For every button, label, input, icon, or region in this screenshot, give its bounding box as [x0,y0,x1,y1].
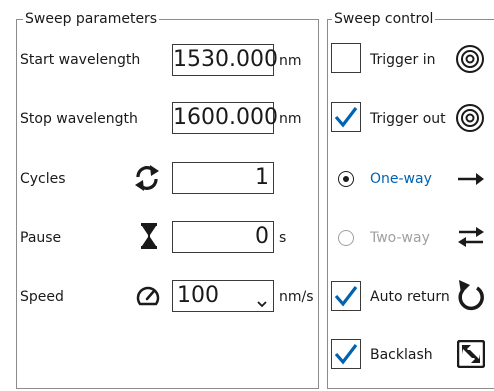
sweep-control-title: Sweep control [332,10,436,28]
pause-label: Pause [20,230,62,246]
trigger-in-label: Trigger in [370,52,436,68]
trigger-out-label: Trigger out [370,111,446,127]
stop-wavelength-input[interactable]: 1600.000 [172,102,278,134]
hourglass-icon [140,223,158,253]
speed-select[interactable]: 100 [172,280,274,312]
two-way-label: Two-way [370,230,430,246]
return-arrow-icon [455,278,485,316]
start-wavelength-input[interactable]: 1530.000 [172,44,278,76]
sweep-parameters-title: Sweep parameters [23,10,160,28]
arrows-left-right-icon [457,225,485,253]
stop-wavelength-label: Stop wavelength [20,111,138,127]
trigger-out-checkbox[interactable] [331,102,361,132]
stop-wavelength-unit: nm [279,111,302,127]
auto-return-checkbox[interactable] [331,281,361,311]
checkmark-icon [334,344,358,365]
chevron-down-icon [257,293,267,312]
backlash-icon [456,339,486,372]
backlash-checkbox[interactable] [331,339,361,369]
two-way-radio[interactable] [338,230,354,246]
speed-select-value: 100 [177,283,219,308]
backlash-label: Backlash [370,347,433,363]
checkmark-icon [334,107,358,128]
pause-input[interactable]: 0 [172,221,274,253]
arrow-right-icon [457,170,485,192]
speedometer-icon [135,283,161,311]
checkmark-icon [334,286,358,307]
trigger-in-checkbox[interactable] [331,43,361,73]
cycle-arrows-icon [132,163,162,197]
cycles-input[interactable]: 1 [172,162,274,194]
start-wavelength-label: Start wavelength [20,52,141,68]
start-wavelength-unit: nm [279,53,302,69]
one-way-radio[interactable] [338,171,354,187]
speed-label: Speed [20,289,64,305]
auto-return-label: Auto return [370,289,450,305]
trigger-in-target-icon [455,44,485,78]
one-way-label: One-way [370,171,432,187]
speed-unit: nm/s [279,289,314,305]
cycles-label: Cycles [20,171,66,187]
radio-dot [342,175,349,182]
pause-unit: s [279,230,287,246]
trigger-out-target-icon [455,103,485,137]
